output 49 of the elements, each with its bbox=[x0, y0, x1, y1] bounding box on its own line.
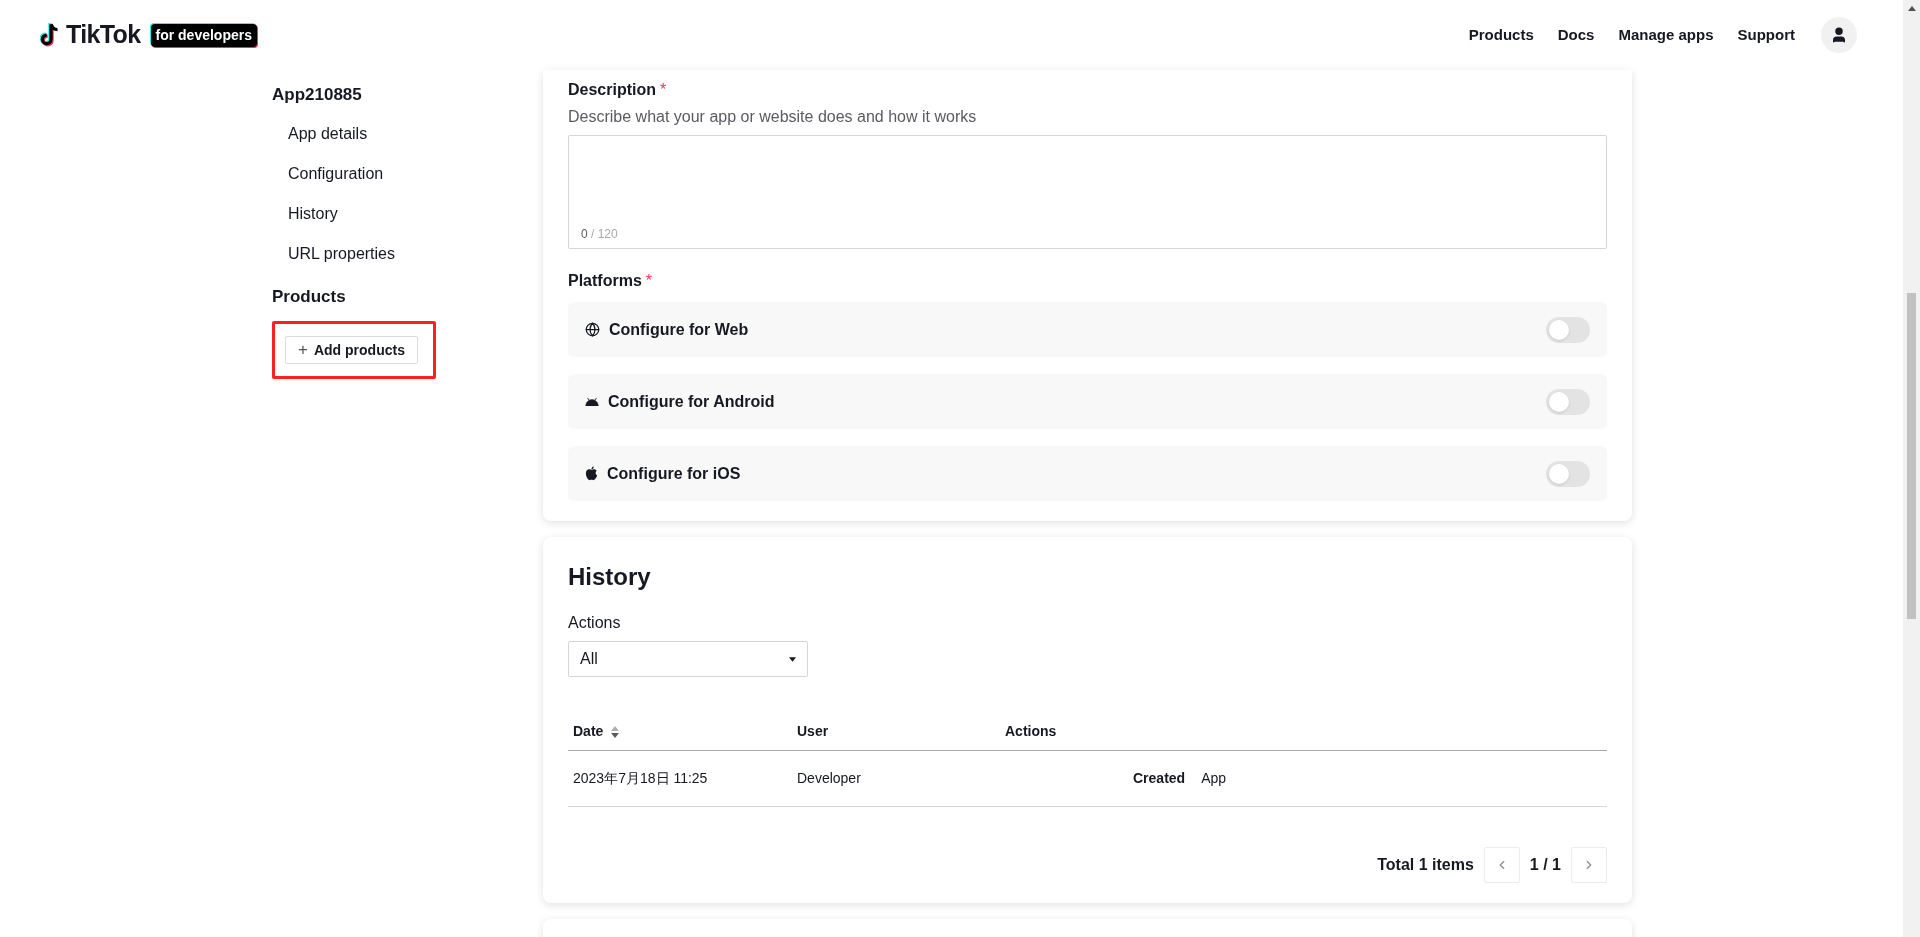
caret-icon bbox=[789, 656, 796, 662]
person-icon bbox=[1830, 26, 1848, 44]
date-cell-text: 2023年7月18日 11:25 bbox=[573, 769, 709, 788]
total-items: Total 1 items bbox=[1377, 855, 1474, 875]
description-field[interactable]: 0 / 120 bbox=[568, 135, 1607, 249]
nav-link[interactable]: Docs bbox=[1557, 23, 1595, 47]
logo-wordmark: TikTok bbox=[66, 19, 141, 51]
column-header: Date bbox=[573, 722, 604, 741]
globe-icon bbox=[585, 322, 600, 337]
nav-link[interactable]: Manage apps bbox=[1618, 23, 1714, 47]
user-cell-text: Developer bbox=[797, 769, 862, 788]
products-heading: Products bbox=[272, 285, 347, 308]
platform-label: Configure for Web bbox=[609, 319, 749, 340]
actions-dropdown[interactable]: All bbox=[568, 641, 808, 677]
toggle-switch[interactable] bbox=[1546, 388, 1590, 415]
platform-label: Configure for iOS bbox=[607, 463, 741, 484]
column-header: Actions bbox=[1005, 722, 1057, 741]
previous-page-button[interactable] bbox=[1483, 847, 1520, 883]
nav-link[interactable]: Support bbox=[1737, 23, 1795, 47]
required-mark: * bbox=[660, 80, 667, 100]
apple-icon bbox=[585, 466, 598, 481]
action-target: App bbox=[1201, 769, 1227, 788]
next-page-button[interactable] bbox=[1571, 847, 1607, 883]
page-indicator: 1 / 1 bbox=[1529, 855, 1561, 875]
nav-link[interactable]: Products bbox=[1468, 23, 1534, 47]
required-mark: * bbox=[645, 271, 653, 291]
sidebar-item[interactable]: Configuration bbox=[272, 153, 543, 194]
character-count: 0 / 120 bbox=[581, 226, 618, 243]
toggle-switch[interactable] bbox=[1546, 316, 1590, 343]
android-icon bbox=[585, 397, 599, 406]
platforms-label: Platforms bbox=[568, 271, 642, 291]
sidebar-item[interactable]: App details bbox=[272, 113, 543, 154]
scroll-up-arrow-icon[interactable] bbox=[1907, 6, 1916, 11]
sidebar-item[interactable]: URL properties bbox=[272, 233, 543, 274]
logo-badge: for developers bbox=[150, 23, 257, 47]
scrollbar-thumb[interactable] bbox=[1907, 293, 1916, 619]
history-title: History bbox=[568, 562, 652, 592]
sidebar-item[interactable]: History bbox=[272, 193, 543, 234]
sort-icon bbox=[611, 725, 620, 738]
add-products-button[interactable]: + Add products bbox=[285, 336, 418, 364]
platform-label: Configure for Android bbox=[608, 391, 775, 412]
column-header: User bbox=[797, 722, 829, 741]
avatar-button[interactable] bbox=[1821, 17, 1857, 53]
actions-label: Actions bbox=[568, 613, 622, 633]
description-label: Description bbox=[568, 80, 656, 100]
action-type: Created bbox=[1133, 769, 1186, 788]
description-hint: Describe what your app or website does and how it works bbox=[568, 107, 978, 127]
app-name: App210885 bbox=[272, 84, 363, 106]
toggle-switch[interactable] bbox=[1546, 460, 1590, 487]
